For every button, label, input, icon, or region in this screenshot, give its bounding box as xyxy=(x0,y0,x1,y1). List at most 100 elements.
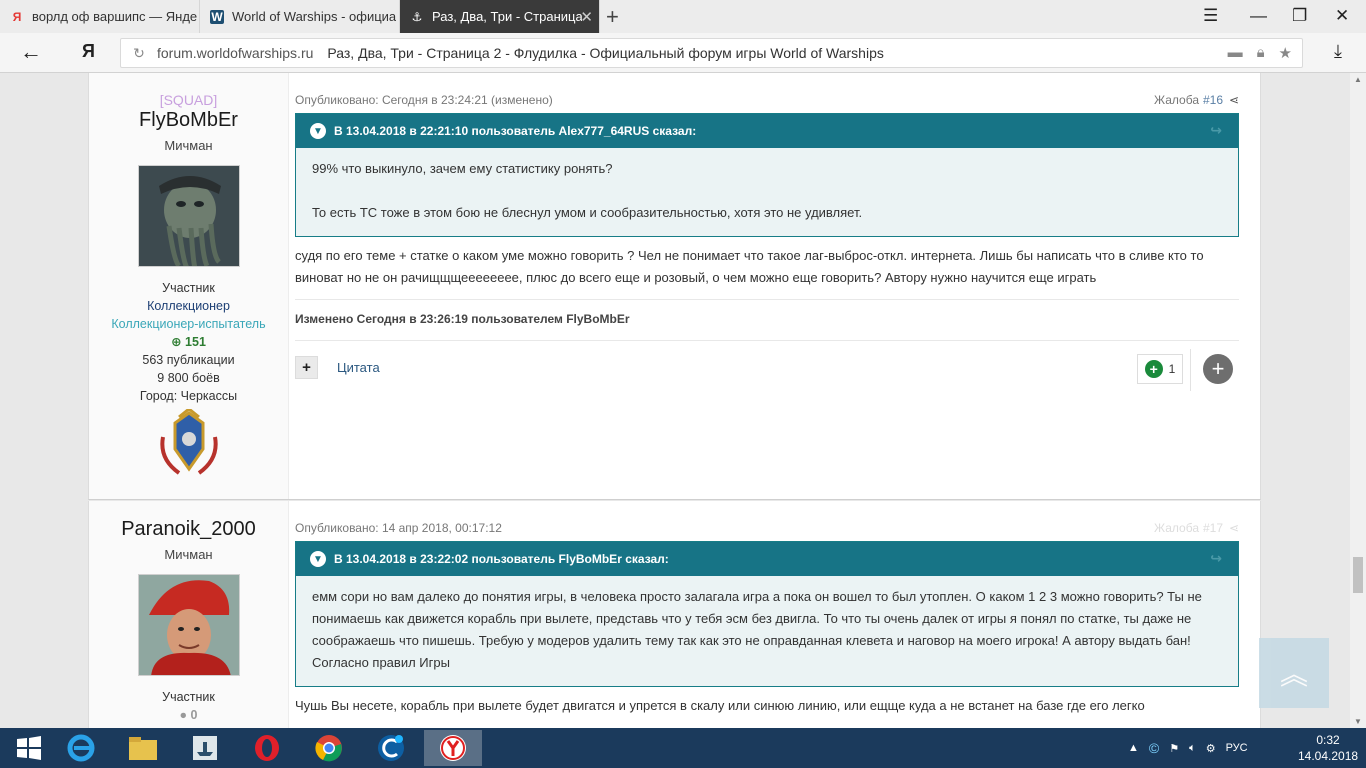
chevron-down-icon[interactable]: ▼ xyxy=(310,551,326,567)
menu-icon[interactable]: ☰ xyxy=(1203,6,1218,26)
browser-tab-yandex[interactable]: Я ворлд оф варшипс — Янде xyxy=(0,0,200,33)
chevron-down-icon[interactable]: ▼ xyxy=(310,123,326,139)
ccleaner-taskbar[interactable] xyxy=(362,730,420,766)
award-badge-icon xyxy=(157,407,221,479)
chrome-taskbar[interactable] xyxy=(300,730,358,766)
opera-taskbar[interactable] xyxy=(238,730,296,766)
new-tab-icon[interactable]: + xyxy=(606,4,619,30)
post-header: Опубликовано: Сегодня в 23:24:21 (измене… xyxy=(295,73,1239,107)
reload-icon[interactable]: ↻ xyxy=(121,45,157,62)
post-number-link[interactable]: #17 xyxy=(1203,521,1223,535)
address-bar: ← Я ↻ forum.worldofwarships.ru Раз, Два,… xyxy=(0,33,1366,73)
browser-tab-wows[interactable]: W World of Warships - официа xyxy=(200,0,400,33)
back-arrow-icon[interactable]: ← xyxy=(20,39,42,65)
quote-header[interactable]: ▼ В 13.04.2018 в 23:22:02 пользователь F… xyxy=(296,542,1238,576)
post-header: Опубликовано: 14 апр 2018, 00:17:12 Жало… xyxy=(295,501,1239,535)
clan-tag[interactable]: [SQUAD] xyxy=(89,92,288,108)
post-number-link[interactable]: #16 xyxy=(1203,93,1223,107)
quote-block: ▼ В 13.04.2018 в 23:22:02 пользователь F… xyxy=(295,541,1239,687)
comment-icon[interactable]: ▬ xyxy=(1228,44,1243,62)
system-tray: ▲ © ⚑ 🔈︎ ⚙ РУС xyxy=(1128,728,1248,768)
quote-header[interactable]: ▼ В 13.04.2018 в 22:21:10 пользователь A… xyxy=(296,114,1238,148)
user-title: Коллекционер xyxy=(147,299,230,313)
reputation-plus-icon: ⊕ xyxy=(171,335,182,349)
quote-body: 99% что выкинуло, зачем ему статистику р… xyxy=(296,148,1238,236)
start-button[interactable] xyxy=(0,730,58,766)
reputation-neutral-icon: ● xyxy=(179,708,188,722)
post-text: судя по его теме + статке о каком уме мо… xyxy=(295,248,1204,285)
like-counter[interactable]: + 1 xyxy=(1137,354,1183,384)
multiquote-button[interactable]: + xyxy=(295,356,318,379)
clock[interactable]: 0:32 14.04.2018 xyxy=(1298,732,1358,764)
browser-tabbar: Я ворлд оф варшипс — Янде W World of War… xyxy=(0,0,1366,33)
close-window-icon[interactable]: ✕ xyxy=(1335,6,1349,26)
wows-launcher-icon xyxy=(193,736,217,760)
scroll-to-top-button[interactable]: ︽ xyxy=(1259,638,1329,708)
go-to-quote-icon[interactable]: ↪ xyxy=(1210,122,1222,139)
network-icon[interactable]: ⚑ xyxy=(1169,742,1179,755)
url-field[interactable]: ↻ forum.worldofwarships.ru Раз, Два, Три… xyxy=(120,38,1303,68)
author-name[interactable]: Paranoik_2000 xyxy=(89,518,288,541)
lock-icon[interactable]: 🔒︎ xyxy=(1257,44,1265,62)
clock-time: 0:32 xyxy=(1316,733,1340,747)
quote-line: То есть ТС тоже в этом бою не блеснул ум… xyxy=(312,205,863,220)
reputation: ● 0 xyxy=(89,706,288,724)
quote-button[interactable]: Цитата xyxy=(337,360,380,375)
yandex-browser-taskbar[interactable] xyxy=(424,730,482,766)
add-reaction-button[interactable]: + xyxy=(1203,354,1233,384)
member-group: Участник xyxy=(162,281,215,295)
quote-author-line: В 13.04.2018 в 22:21:10 пользователь Ale… xyxy=(334,124,697,138)
like-count: 1 xyxy=(1168,362,1176,376)
page-scrollbar[interactable]: ▲ ▼ xyxy=(1350,73,1366,728)
browser-tab-forum[interactable]: ⚓ Раз, Два, Три - Страница ✕ xyxy=(400,0,600,33)
forum-post: Paranoik_2000 Мичман Участник ● 0 Опубли… xyxy=(88,501,1261,728)
wows-taskbar[interactable] xyxy=(176,730,234,766)
bookmark-star-icon[interactable]: ★ xyxy=(1279,44,1292,62)
wows-icon: W xyxy=(210,9,224,24)
reputation: ⊕ 151 xyxy=(89,333,288,351)
author-name[interactable]: FlyBoMbEr xyxy=(89,109,288,132)
go-to-quote-icon[interactable]: ↪ xyxy=(1210,550,1222,567)
reputation-value: 0 xyxy=(190,708,198,722)
restore-icon[interactable]: ❐ xyxy=(1292,6,1307,26)
avatar[interactable] xyxy=(137,165,240,267)
language-settings-icon[interactable]: ⚙ xyxy=(1206,742,1216,755)
share-icon[interactable]: ⋖ xyxy=(1229,521,1239,535)
scrollbar-thumb[interactable] xyxy=(1353,557,1363,593)
close-tab-icon[interactable]: ✕ xyxy=(580,8,593,26)
like-plus-icon: + xyxy=(1144,360,1163,378)
internet-explorer-taskbar[interactable] xyxy=(52,730,110,766)
scroll-down-icon[interactable]: ▼ xyxy=(1354,717,1362,726)
report-link[interactable]: Жалоба xyxy=(1154,521,1199,535)
url-domain: forum.worldofwarships.ru xyxy=(157,45,314,61)
minimize-icon[interactable]: — xyxy=(1250,6,1267,26)
ie-icon xyxy=(67,734,95,762)
share-icon[interactable]: ⋖ xyxy=(1229,93,1239,107)
report-link[interactable]: Жалоба xyxy=(1154,93,1199,107)
member-group: Участник xyxy=(162,690,215,704)
reputation-value: 151 xyxy=(185,335,206,349)
explorer-taskbar[interactable] xyxy=(114,730,172,766)
tab-title: Раз, Два, Три - Страница xyxy=(432,9,582,24)
download-icon[interactable]: ⤓ xyxy=(1334,41,1342,62)
page-viewport: [SQUAD] FlyBoMbEr Мичман Участник Коллек… xyxy=(0,73,1350,728)
scroll-up-icon[interactable]: ▲ xyxy=(1354,75,1362,84)
show-hidden-icons-icon[interactable]: ▲ xyxy=(1128,742,1139,754)
cleaner-icon xyxy=(378,735,404,761)
user-title-secondary: Коллекционер-испытатель xyxy=(111,317,266,331)
post-actions: + Цитата + 1 + xyxy=(295,340,1239,400)
post-count: 563 публикации xyxy=(142,353,235,367)
quote-block: ▼ В 13.04.2018 в 22:21:10 пользователь A… xyxy=(295,113,1239,237)
clock-date: 14.04.2018 xyxy=(1298,749,1359,763)
language-indicator[interactable]: РУС xyxy=(1226,742,1248,754)
yandex-home-button[interactable]: Я xyxy=(82,41,95,62)
forum-post: [SQUAD] FlyBoMbEr Мичман Участник Коллек… xyxy=(88,73,1261,500)
post-date: Опубликовано: Сегодня в 23:24:21 (измене… xyxy=(295,93,553,107)
volume-icon[interactable]: 🔈︎ xyxy=(1189,742,1196,755)
divider xyxy=(1190,349,1191,391)
opera-icon xyxy=(255,735,279,761)
ccleaner-tray-icon[interactable]: © xyxy=(1149,740,1159,756)
post-date: Опубликовано: 14 апр 2018, 00:17:12 xyxy=(295,521,502,535)
avatar[interactable] xyxy=(137,574,240,676)
quote-author-line: В 13.04.2018 в 23:22:02 пользователь Fly… xyxy=(334,552,669,566)
